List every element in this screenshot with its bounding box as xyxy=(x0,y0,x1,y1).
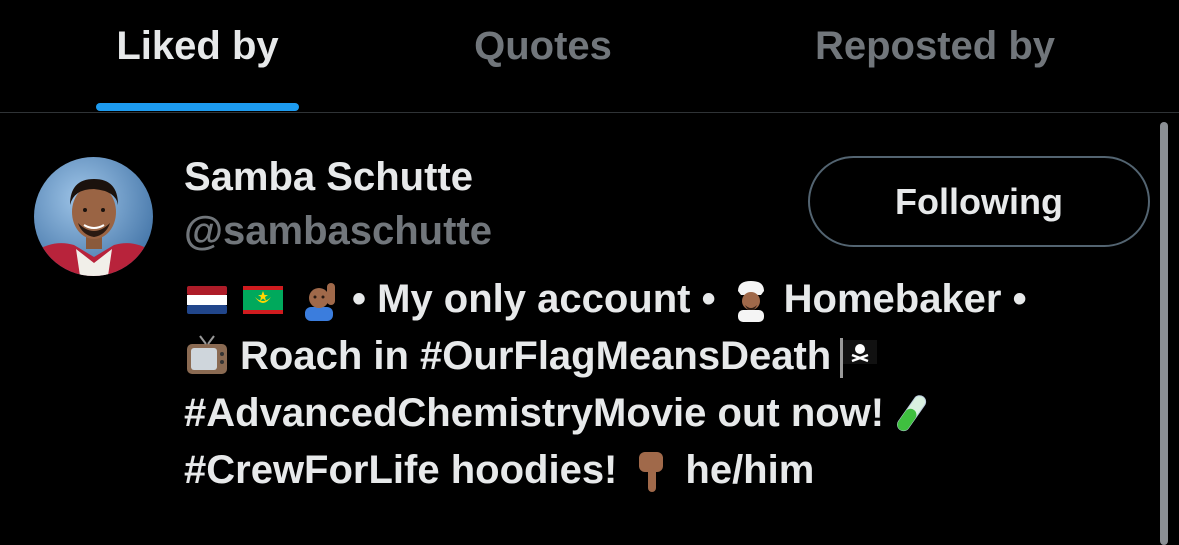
bio-text-1-tail: Homebaker • xyxy=(783,277,1027,321)
tab-reposted-by-label: Reposted by xyxy=(814,24,1056,68)
raising-hand-icon xyxy=(296,277,342,323)
bio-text-4-tail: he/him xyxy=(685,448,815,492)
user-bio: • My only account • Homebaker • Roach in… xyxy=(184,271,1144,499)
pointing-down-icon xyxy=(629,448,675,494)
bio-text-1: • My only account • xyxy=(352,277,716,321)
bio-line-1: • My only account • Homebaker • xyxy=(184,271,1144,328)
bio-text-2: Roach in #OurFlagMeansDeath xyxy=(240,334,832,378)
scrollbar[interactable] xyxy=(1160,122,1168,545)
bio-text-3: #AdvancedChemistryMovie out now! xyxy=(184,391,885,435)
user-list-item[interactable]: Samba Schutte @sambaschutte Following • … xyxy=(0,113,1179,545)
bio-line-2: Roach in #OurFlagMeansDeath xyxy=(184,328,1144,385)
bio-line-4: #CrewForLife hoodies! he/him xyxy=(184,442,1144,499)
mauritania-flag-icon xyxy=(240,277,286,323)
tab-quotes-label: Quotes xyxy=(474,24,612,68)
tab-liked-by-label: Liked by xyxy=(116,24,279,68)
tab-reposted-by[interactable]: Reposted by xyxy=(780,0,1090,112)
bio-line-3: #AdvancedChemistryMovie out now! xyxy=(184,385,1144,442)
netherlands-flag-icon xyxy=(184,277,230,323)
pirate-flag-icon xyxy=(835,334,881,380)
cook-icon xyxy=(728,277,774,323)
tab-bar: Liked by Quotes Reposted by xyxy=(0,0,1179,113)
television-icon xyxy=(184,334,230,380)
bio-text-4: #CrewForLife hoodies! xyxy=(184,448,618,492)
user-display-name[interactable]: Samba Schutte xyxy=(184,155,473,200)
user-handle[interactable]: @sambaschutte xyxy=(184,209,492,254)
following-button[interactable]: Following xyxy=(808,156,1150,247)
tab-quotes[interactable]: Quotes xyxy=(443,0,643,112)
test-tube-icon xyxy=(888,391,934,437)
tab-liked-by[interactable]: Liked by xyxy=(96,0,299,112)
active-tab-indicator xyxy=(96,103,299,111)
avatar[interactable] xyxy=(34,157,153,276)
